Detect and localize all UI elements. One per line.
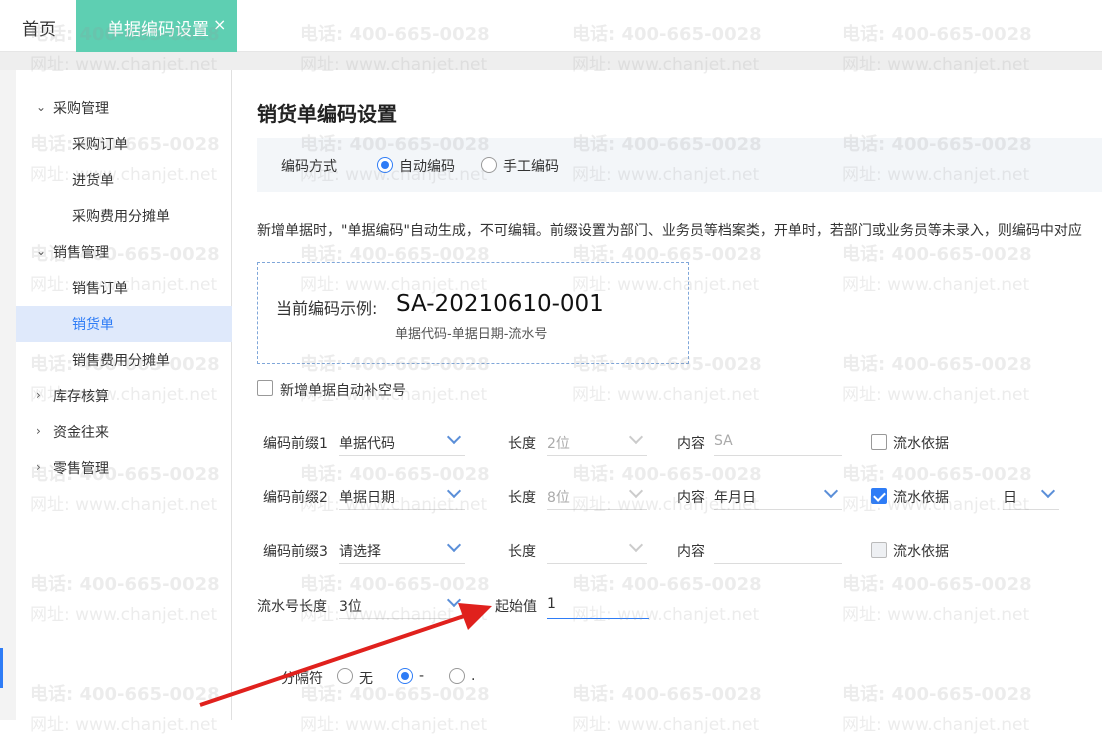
prefix-1-type-select[interactable]: 单据代码 xyxy=(339,428,465,456)
prefix-2-serial-label: 流水依据 xyxy=(893,490,949,506)
serial-length-select[interactable]: 3位 xyxy=(339,591,465,619)
sidebar-group-retail[interactable]: › 零售管理 xyxy=(16,450,232,486)
prefix-2-serial-checkbox[interactable] xyxy=(871,488,887,504)
prefix-2-type-select[interactable]: 单据日期 xyxy=(339,482,465,510)
chevron-down-icon xyxy=(446,592,462,608)
prefix-1-length-select[interactable]: 2位 xyxy=(547,428,647,456)
chevron-down-icon xyxy=(628,537,644,553)
prefix-2-length-select[interactable]: 8位 xyxy=(547,482,647,510)
main-content: 销货单编码设置 编码方式 自动编码 手工编码 新增单据时，"单据编码"自动生成，… xyxy=(233,70,1102,720)
prefix-3-length-label: 长度 xyxy=(508,544,536,560)
left-edge xyxy=(0,70,16,720)
chevron-right-icon: › xyxy=(36,424,41,438)
sidebar-item-purchase-receipt[interactable]: 进货单 xyxy=(16,162,232,198)
sidebar-group-label: 库存核算 xyxy=(53,389,109,405)
divider xyxy=(0,52,1102,70)
manual-code-label: 手工编码 xyxy=(503,159,559,175)
prefix-1-content-label: 内容 xyxy=(677,436,705,452)
chevron-down-icon xyxy=(628,483,644,499)
prefix-2-label: 编码前缀2 xyxy=(263,490,328,506)
tab-home[interactable]: 首页 xyxy=(22,15,56,40)
chevron-right-icon: › xyxy=(36,460,41,474)
close-icon[interactable]: × xyxy=(213,15,226,34)
select-value: 单据日期 xyxy=(339,490,395,506)
prefix-2-content-label: 内容 xyxy=(677,490,705,506)
sidebar-group-label: 资金往来 xyxy=(53,425,109,441)
chevron-down-icon xyxy=(823,483,839,499)
select-value: 单据代码 xyxy=(339,436,395,452)
serial-unit-select[interactable]: 日 xyxy=(1003,482,1059,510)
separator-none-label: 无 xyxy=(359,671,373,687)
prefix-1-label: 编码前缀1 xyxy=(263,436,328,452)
sidebar-group-inventory[interactable]: › 库存核算 xyxy=(16,378,232,414)
prefix-3-length-select[interactable] xyxy=(547,536,647,564)
prefix-1-serial-checkbox[interactable] xyxy=(871,434,887,450)
example-format: 单据代码-单据日期-流水号 xyxy=(395,327,548,342)
chevron-down-icon: ⌄ xyxy=(36,244,47,258)
description-text: 新增单据时，"单据编码"自动生成，不可编辑。前缀设置为部门、业务员等档案类，开单… xyxy=(257,223,1082,239)
code-example-box: 当前编码示例: SA-20210610-001 单据代码-单据日期-流水号 xyxy=(257,262,689,364)
chevron-down-icon xyxy=(446,483,462,499)
prefix-3-content-input[interactable] xyxy=(714,536,842,564)
sidebar-group-sales[interactable]: ⌄ 销售管理 xyxy=(16,234,232,270)
select-value: 2位 xyxy=(547,436,570,452)
start-value-label: 起始值 xyxy=(495,599,537,615)
auto-fill-checkbox[interactable] xyxy=(257,380,273,396)
auto-fill-label: 新增单据自动补空号 xyxy=(280,383,406,399)
chevron-right-icon: › xyxy=(36,388,41,402)
select-value: 年月日 xyxy=(714,490,756,506)
prefix-1-length-label: 长度 xyxy=(508,436,536,452)
chevron-down-icon: ⌄ xyxy=(36,100,47,114)
prefix-1-content-input[interactable]: SA xyxy=(714,428,842,456)
sidebar-group-label: 零售管理 xyxy=(53,461,109,477)
prefix-1-serial-label: 流水依据 xyxy=(893,436,949,452)
prefix-2-length-label: 长度 xyxy=(508,490,536,506)
example-label: 当前编码示例: xyxy=(276,299,378,318)
sidebar-group-label: 销售管理 xyxy=(53,245,109,261)
prefix-2-content-select[interactable]: 年月日 xyxy=(714,482,842,510)
prefix-3-content-label: 内容 xyxy=(677,544,705,560)
sidebar-group-funds[interactable]: › 资金往来 xyxy=(16,414,232,450)
separator-dot-radio[interactable] xyxy=(449,668,465,684)
sidebar-item-sales-delivery[interactable]: 销货单 xyxy=(16,306,232,342)
auto-code-radio[interactable] xyxy=(377,157,393,173)
select-value: 8位 xyxy=(547,490,570,506)
auto-code-label: 自动编码 xyxy=(399,159,455,175)
select-value: 3位 xyxy=(339,599,362,615)
tab-label: 单据编码设置 xyxy=(107,20,209,40)
separator-none-radio[interactable] xyxy=(337,668,353,684)
tab-document-code-settings[interactable]: 单据编码设置 × xyxy=(76,0,237,52)
chevron-down-icon xyxy=(446,429,462,445)
example-code: SA-20210610-001 xyxy=(396,291,604,317)
tab-bar: 首页 单据编码设置 × xyxy=(0,0,1102,52)
separator-dash-label: - xyxy=(419,668,425,684)
coding-mode-label: 编码方式 xyxy=(281,159,337,175)
separator-dot-label: . xyxy=(471,668,476,684)
sidebar-item-sales-cost-allocation[interactable]: 销售费用分摊单 xyxy=(16,342,232,378)
separator-label: 分隔符 xyxy=(281,671,323,687)
sidebar-item-sales-order[interactable]: 销售订单 xyxy=(16,270,232,306)
coding-mode-panel: 编码方式 自动编码 手工编码 xyxy=(257,138,1102,192)
edge-indicator xyxy=(0,648,3,688)
manual-code-radio[interactable] xyxy=(481,157,497,173)
prefix-3-serial-label: 流水依据 xyxy=(893,544,949,560)
chevron-down-icon xyxy=(446,537,462,553)
prefix-3-type-select[interactable]: 请选择 xyxy=(339,536,465,564)
sidebar-group-label: 采购管理 xyxy=(53,101,109,117)
serial-length-label: 流水号长度 xyxy=(257,599,327,615)
sidebar: ⌄ 采购管理 采购订单 进货单 采购费用分摊单 ⌄ 销售管理 销售订单 销货单 … xyxy=(16,70,232,720)
prefix-3-label: 编码前缀3 xyxy=(263,544,328,560)
start-value-input[interactable]: 1 xyxy=(547,591,649,619)
select-value: 请选择 xyxy=(339,544,381,560)
sidebar-item-purchase-cost-allocation[interactable]: 采购费用分摊单 xyxy=(16,198,232,234)
prefix-3-serial-checkbox[interactable] xyxy=(871,542,887,558)
chevron-down-icon xyxy=(1040,483,1056,499)
chevron-down-icon xyxy=(628,429,644,445)
separator-dash-radio[interactable] xyxy=(397,668,413,684)
sidebar-group-purchase[interactable]: ⌄ 采购管理 xyxy=(16,90,232,126)
sidebar-item-purchase-order[interactable]: 采购订单 xyxy=(16,126,232,162)
page-title: 销货单编码设置 xyxy=(257,102,397,126)
select-value: 日 xyxy=(1003,490,1017,506)
